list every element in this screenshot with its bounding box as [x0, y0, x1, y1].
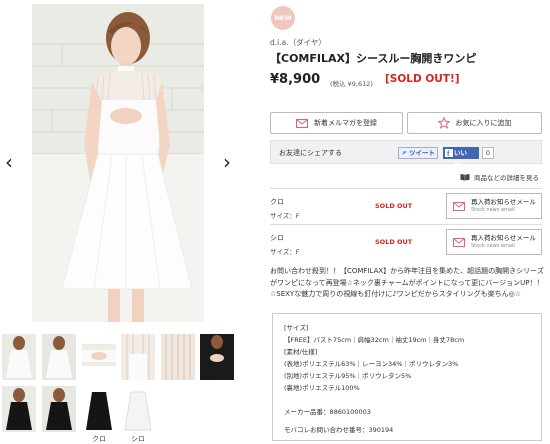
restock-email-button[interactable]: 再入荷お知らせメール Stock news email — [446, 229, 542, 255]
spec-line: (別地)ポリエステル95%｜ポリウレタン5% — [284, 372, 412, 380]
tax-included-price: (税込 ¥9,612) — [330, 80, 373, 88]
facebook-like-button[interactable]: f いいね！ — [443, 147, 479, 169]
favorite-label: お気に入りに追加 — [455, 119, 512, 127]
product-page: ‹ › クロ シロ NEW d.i.a.（ダイヤ） 【COMFILAX】シースル… — [0, 0, 550, 444]
thumbnail[interactable] — [161, 334, 195, 380]
restock-sublabel: Stock news email — [471, 207, 515, 213]
variant-row-white: シロ サイズ：F SOLD OUT 再入荷お知らせメール Stock news … — [270, 224, 542, 264]
size-chart-link[interactable]: 商品などの詳細を見る — [460, 172, 539, 182]
variant-status: SOLD OUT — [375, 202, 413, 210]
book-icon — [460, 173, 470, 181]
thumbnail[interactable] — [82, 386, 116, 432]
spec-box: [サイズ] 【FREE】バスト75cm｜肩幅32cm｜袖丈19cm｜身丈78cm… — [272, 313, 542, 441]
main-product-photo — [32, 4, 204, 322]
next-photo-arrow[interactable]: › — [220, 150, 234, 174]
variant-size: サイズ：F — [270, 248, 300, 256]
new-badge: NEW — [271, 6, 295, 30]
restock-label: 再入荷お知らせメール — [471, 234, 536, 242]
sold-out-label: [SOLD OUT!] — [385, 73, 460, 85]
variant-size: サイズ：F — [270, 212, 300, 220]
star-icon — [437, 117, 450, 129]
thumbnail[interactable] — [121, 334, 155, 380]
variant-status: SOLD OUT — [375, 238, 413, 246]
tweet-button[interactable]: ツイート — [398, 147, 438, 159]
restock-label: 再入荷お知らせメール — [471, 198, 536, 206]
thumbnail[interactable] — [42, 334, 76, 380]
thumbnail[interactable] — [121, 386, 155, 432]
restock-sublabel: Stock news email — [471, 243, 515, 249]
product-description: お問い合わせ殺到！！【COMFILAX】から昨年注目を集めた、超話題の胸開きシリ… — [270, 267, 544, 298]
variant-color: シロ — [270, 234, 284, 242]
thumbnail[interactable] — [82, 344, 116, 366]
share-bar: お友達にシェアする ツイート f いいね！ 0 — [270, 140, 542, 169]
product-gallery: ‹ › クロ シロ — [0, 0, 270, 444]
brand-name[interactable]: d.i.a.（ダイヤ） — [270, 37, 326, 48]
product-title: 【COMFILAX】シースルー胸開きワンピ — [270, 52, 477, 65]
spec-line: モバコレお問い合わせ番号：390194 — [284, 426, 394, 434]
spec-line: [サイズ] — [284, 324, 309, 332]
add-favorite-button[interactable]: お気に入りに追加 — [407, 112, 542, 134]
spec-line: [素材/仕様] — [284, 348, 318, 356]
variant-row-black: クロ サイズ：F SOLD OUT 再入荷お知らせメール Stock news … — [270, 188, 542, 228]
newsletter-label: 新着メルマガを登録 — [314, 119, 377, 127]
like-count: 0 — [482, 147, 494, 159]
prev-photo-arrow[interactable]: ‹ — [2, 150, 16, 174]
newsletter-button[interactable]: 新着メルマガを登録 — [270, 112, 403, 134]
like-label: いいね！ — [454, 149, 467, 169]
thumbnail-label-black: クロ — [92, 435, 106, 443]
envelope-icon — [296, 118, 308, 128]
spec-line: メーカー品番：8860100003 — [284, 408, 371, 416]
spec-line: (裏地)ポリエステル100% — [284, 384, 360, 392]
facebook-like-icon: f — [445, 149, 453, 157]
product-price: ¥8,900 — [270, 72, 321, 87]
thumbnail[interactable] — [2, 386, 36, 432]
twitter-bird-icon — [401, 148, 408, 158]
spec-line: (表地)ポリエステル63%｜レーヨン34%｜ポリウレタン3% — [284, 360, 459, 368]
envelope-icon — [453, 201, 465, 211]
variant-color: クロ — [270, 198, 284, 206]
tweet-label: ツイート — [409, 149, 435, 157]
thumbnail-label-white: シロ — [131, 435, 145, 443]
thumbnail[interactable] — [200, 334, 234, 380]
thumbnail[interactable] — [42, 386, 76, 432]
product-info: NEW d.i.a.（ダイヤ） 【COMFILAX】シースルー胸開きワンピ ¥8… — [270, 0, 550, 444]
spec-line: 【FREE】バスト75cm｜肩幅32cm｜袖丈19cm｜身丈78cm — [284, 336, 465, 344]
restock-email-button[interactable]: 再入荷お知らせメール Stock news email — [446, 193, 542, 219]
thumbnail[interactable] — [2, 334, 36, 380]
share-label: お友達にシェアする — [279, 149, 342, 157]
envelope-icon — [453, 237, 465, 247]
size-chart-label: 商品などの詳細を見る — [474, 174, 539, 182]
